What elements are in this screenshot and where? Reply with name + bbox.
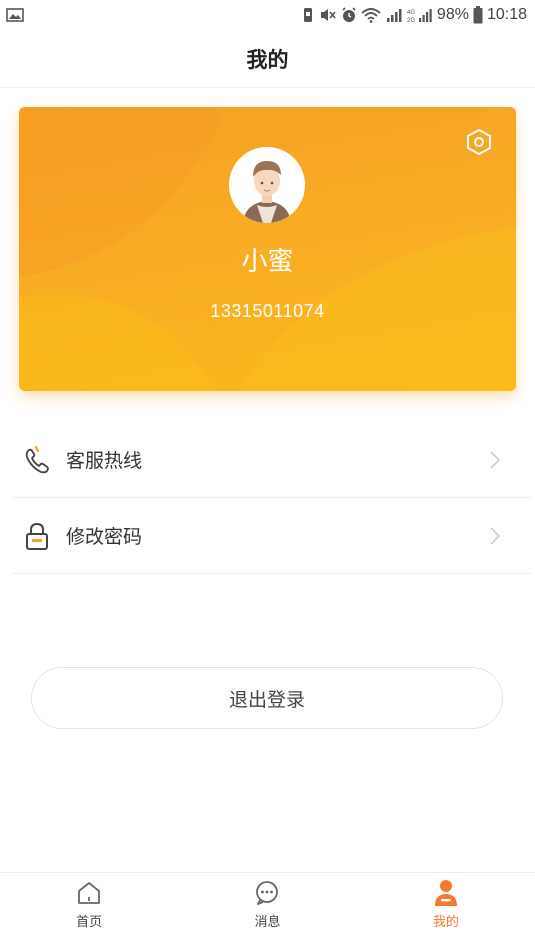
tab-label: 消息 [254,915,281,930]
logout-button[interactable]: 退出登录 [31,667,503,729]
lock-icon [22,521,52,551]
mute-icon [319,7,337,23]
vibrate-icon [301,7,315,23]
chevron-right-icon [489,526,501,550]
avatar-person-icon [229,147,305,223]
menu-item-label: 客服热线 [66,450,143,472]
svg-text:4G: 4G [407,10,415,16]
tab-messages[interactable]: 消息 [178,873,356,936]
tab-mine[interactable]: 我的 [357,873,535,936]
user-phone: 13315011074 [210,301,325,321]
battery-icon [473,6,483,24]
tab-label: 我的 [432,915,459,930]
image-icon [6,8,24,22]
user-name: 小蜜 [241,247,294,277]
svg-text:2G: 2G [407,18,415,23]
tab-label: 首页 [76,915,103,930]
menu-item-label: 修改密码 [66,526,143,548]
settings-button[interactable] [464,127,494,157]
bottom-tab-bar: 首页 消息 我的 [0,872,535,936]
alarm-icon [341,7,357,23]
page-title: 我的 [246,47,289,72]
message-icon [253,879,281,907]
home-icon [75,879,103,907]
battery-percent: 98% [436,6,469,23]
signal-4g-icon: 4G 2G [407,7,433,23]
phone-icon [22,445,52,475]
signal-icon [385,7,403,23]
status-bar: 4G 2G 98% 10:18 [0,0,535,30]
user-icon [432,879,460,907]
wifi-icon [361,7,381,23]
nav-bar: 我的 [0,30,535,88]
chevron-right-icon [489,450,501,474]
settings-hexagon-icon [467,128,491,156]
tab-home[interactable]: 首页 [0,873,178,936]
menu-list: 客服热线 修改密码 [12,422,531,574]
menu-item-change-password[interactable]: 修改密码 [12,498,531,574]
avatar[interactable] [229,147,305,223]
menu-item-hotline[interactable]: 客服热线 [12,422,531,498]
profile-card: 小蜜 13315011074 [19,107,516,391]
status-time: 10:18 [486,6,527,23]
